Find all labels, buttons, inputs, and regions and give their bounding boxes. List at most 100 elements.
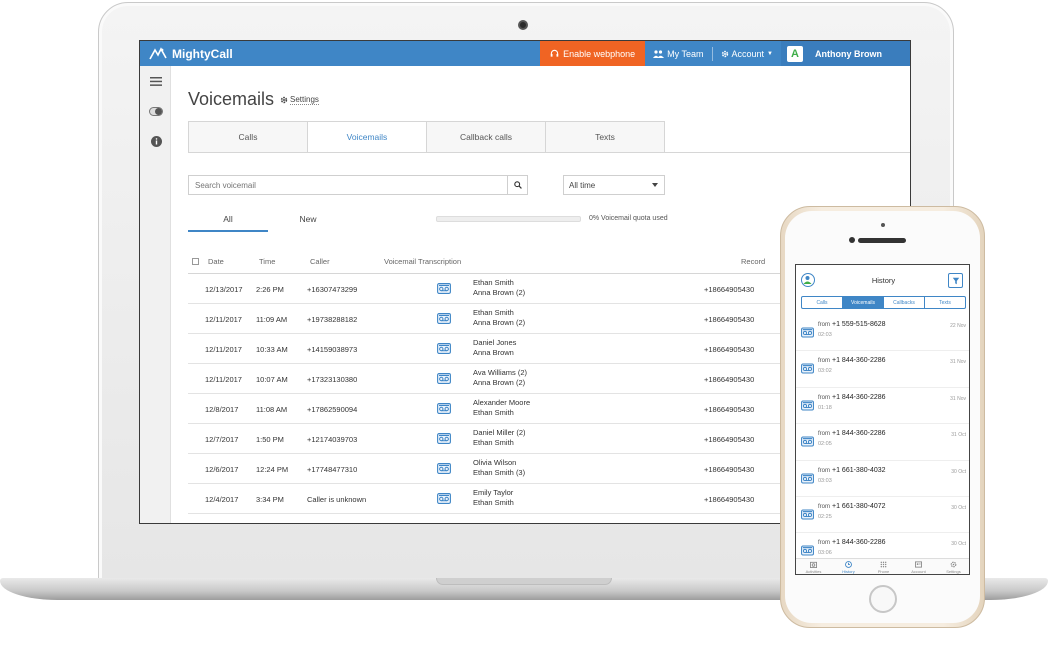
voicemail-from: from +1 844-360-2286 bbox=[818, 394, 886, 401]
my-team-link[interactable]: My Team bbox=[645, 41, 711, 66]
row-time: 11:09 AM bbox=[256, 315, 288, 324]
phone-body: History Calls Voicemails Callbacks Texts… bbox=[785, 211, 980, 623]
dialpad-icon bbox=[880, 561, 887, 568]
phone-home-button[interactable] bbox=[869, 585, 897, 613]
settings-link[interactable]: Settings bbox=[280, 95, 319, 105]
laptop-camera bbox=[518, 20, 528, 30]
row-date: 12/8/2017 bbox=[205, 405, 239, 414]
account-menu[interactable]: Account ▼ bbox=[713, 41, 781, 66]
account-icon bbox=[915, 561, 922, 568]
time-filter-select[interactable]: All time bbox=[563, 175, 665, 195]
phone-nav-label: Phone bbox=[877, 569, 890, 574]
hamburger-menu-icon[interactable] bbox=[149, 74, 163, 88]
voicemail-from: from +1 559-515-8628 bbox=[818, 321, 886, 328]
settings-label: Settings bbox=[290, 95, 319, 105]
row-time: 2:26 PM bbox=[256, 285, 284, 294]
tab-calls[interactable]: Calls bbox=[188, 121, 308, 153]
subtab-all[interactable]: All bbox=[188, 214, 268, 224]
row-to-name: Ethan Smith bbox=[473, 408, 514, 417]
voicemail-icon[interactable] bbox=[437, 343, 451, 354]
tab-voicemails[interactable]: Voicemails bbox=[307, 121, 427, 153]
row-time: 3:34 PM bbox=[256, 495, 284, 504]
voicemail-duration: 03:06 bbox=[818, 550, 832, 557]
brand-name: MightyCall bbox=[172, 46, 233, 61]
settings-gear-icon bbox=[950, 561, 957, 568]
tab-callback-calls[interactable]: Callback calls bbox=[426, 121, 546, 153]
voicemail-from: from +1 844-360-2286 bbox=[818, 430, 886, 437]
voicemail-icon[interactable] bbox=[437, 433, 451, 444]
row-time: 1:50 PM bbox=[256, 435, 284, 444]
row-date: 12/7/2017 bbox=[205, 435, 239, 444]
voicemail-number: +1 661-380-4032 bbox=[832, 466, 886, 474]
voicemail-number: +1 844-360-2286 bbox=[832, 539, 886, 547]
voicemail-from: from +1 661-380-4072 bbox=[818, 503, 886, 510]
phone-tab-voicemails[interactable]: Voicemails bbox=[843, 297, 884, 308]
phone-nav-settings[interactable]: Settings bbox=[936, 559, 969, 574]
from-label: from bbox=[818, 431, 830, 438]
list-item[interactable]: from +1 559-515-8628 02:03 22 Nov bbox=[796, 315, 969, 352]
phone-nav-history[interactable]: History bbox=[831, 559, 866, 574]
voicemail-duration: 02:25 bbox=[818, 513, 832, 520]
select-all-checkbox[interactable] bbox=[192, 258, 199, 265]
row-to-name: Ethan Smith bbox=[473, 438, 514, 447]
row-transcription-names: Ethan Smith Anna Brown (2) bbox=[473, 308, 525, 328]
phone-camera bbox=[849, 237, 855, 243]
voicemail-number: +1 844-360-2286 bbox=[832, 393, 886, 401]
list-item[interactable]: from +1 661-380-4032 03:03 30 Oct bbox=[796, 461, 969, 497]
phone-nav-phone[interactable]: Phone bbox=[866, 559, 901, 574]
row-to-name: Anna Brown (2) bbox=[473, 378, 526, 387]
row-date: 12/11/2017 bbox=[205, 345, 242, 354]
enable-webphone-button[interactable]: Enable webphone bbox=[540, 41, 646, 66]
app-header: MightyCall Enable webphone My Team Accou… bbox=[140, 41, 910, 66]
subtab-new[interactable]: New bbox=[268, 214, 348, 224]
phone-nav-activities[interactable]: Activities bbox=[796, 559, 831, 574]
search-button[interactable] bbox=[507, 176, 527, 194]
row-caller: +19738288182 bbox=[307, 315, 358, 324]
voicemail-icon[interactable] bbox=[437, 283, 451, 294]
list-item[interactable]: from +1 844-360-2286 02:05 31 Oct bbox=[796, 424, 969, 461]
toggle-status-icon[interactable] bbox=[149, 104, 163, 118]
phone-voicemail-list: from +1 559-515-8628 02:03 22 Nov from +1 … bbox=[796, 315, 969, 570]
voicemail-icon[interactable] bbox=[437, 463, 451, 474]
list-item[interactable]: from +1 844-360-2286 03:02 31 Nov bbox=[796, 351, 969, 388]
info-icon[interactable] bbox=[149, 134, 163, 148]
search-input[interactable] bbox=[189, 176, 507, 194]
row-record-number: +18664905430 bbox=[704, 495, 755, 504]
col-record: Record bbox=[741, 257, 766, 266]
filter-button[interactable] bbox=[948, 273, 963, 288]
voicemail-icon bbox=[801, 434, 814, 447]
brand[interactable]: MightyCall bbox=[148, 41, 233, 66]
voicemail-icon[interactable] bbox=[437, 493, 451, 504]
row-transcription-names: Olivia Wilson Ethan Smith (3) bbox=[473, 458, 525, 478]
funnel-icon bbox=[952, 277, 959, 284]
voicemail-icon[interactable] bbox=[437, 403, 451, 414]
user-menu[interactable]: A Anthony Brown bbox=[781, 41, 910, 66]
voicemail-icon[interactable] bbox=[437, 373, 451, 384]
phone-tab-texts[interactable]: Texts bbox=[925, 297, 965, 308]
list-item[interactable]: from +1 661-380-4072 02:25 30 Oct bbox=[796, 497, 969, 534]
col-time: Time bbox=[259, 257, 276, 266]
tab-texts[interactable]: Texts bbox=[545, 121, 665, 153]
phone-tab-calls[interactable]: Calls bbox=[802, 297, 843, 308]
row-from-name: Ethan Smith bbox=[473, 308, 514, 317]
row-record-number: +18664905430 bbox=[704, 345, 755, 354]
row-to-name: Ethan Smith (3) bbox=[473, 468, 526, 477]
phone-nav-label: Account bbox=[911, 569, 926, 574]
list-item[interactable]: from +1 844-360-2286 01:18 31 Nov bbox=[796, 388, 969, 425]
phone-tab-callbacks[interactable]: Callbacks bbox=[884, 297, 925, 308]
voicemail-icon[interactable] bbox=[437, 313, 451, 324]
row-transcription-names: Ava Williams (2) Anna Brown (2) bbox=[473, 368, 527, 388]
row-caller: +12174039703 bbox=[307, 435, 358, 444]
row-record-number: +18664905430 bbox=[704, 375, 755, 384]
tabs-divider bbox=[188, 152, 910, 153]
voicemail-date: 30 Oct bbox=[951, 468, 966, 475]
phone-nav-account[interactable]: Account bbox=[901, 559, 936, 574]
row-caller: +16307473299 bbox=[307, 285, 358, 294]
voicemail-number: +1 844-360-2286 bbox=[832, 357, 886, 365]
my-team-label: My Team bbox=[667, 48, 704, 59]
phone-tabs: Calls Voicemails Callbacks Texts bbox=[801, 296, 966, 309]
voicemail-duration: 01:18 bbox=[818, 404, 832, 411]
row-date: 12/11/2017 bbox=[205, 375, 242, 384]
gear-icon bbox=[280, 96, 288, 104]
row-date: 12/6/2017 bbox=[205, 465, 239, 474]
